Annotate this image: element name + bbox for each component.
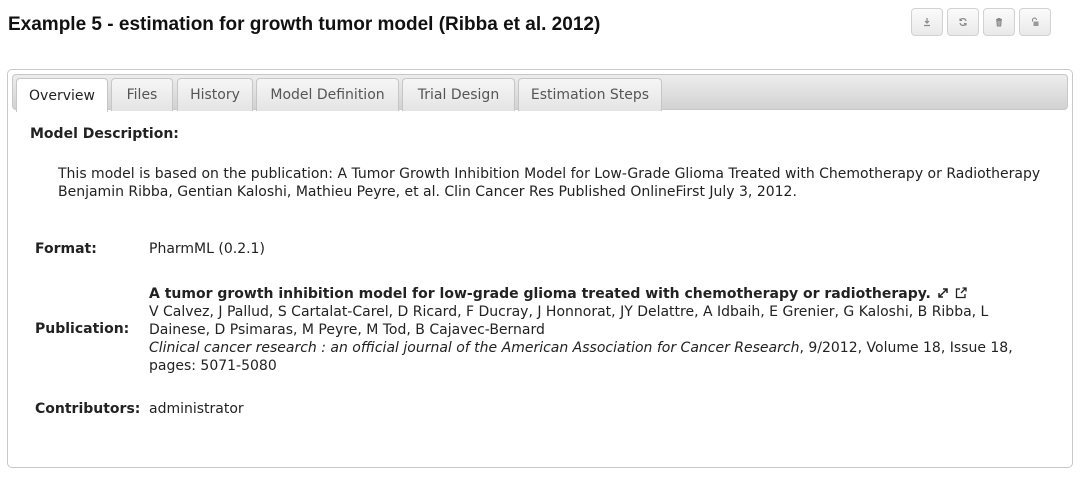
model-description-heading: Model Description: bbox=[30, 126, 179, 142]
sync-icon bbox=[958, 17, 968, 27]
expand-icon[interactable] bbox=[937, 287, 949, 299]
description-line: This model is based on the publication: … bbox=[58, 166, 1041, 182]
external-link-icon[interactable] bbox=[955, 287, 967, 299]
contributors-value: administrator bbox=[149, 401, 244, 417]
model-description: This model is based on the publication: … bbox=[58, 165, 1058, 201]
page-title: Example 5 - estimation for growth tumor … bbox=[8, 14, 601, 35]
tab-files[interactable]: Files bbox=[111, 78, 173, 111]
unlock-icon bbox=[1030, 17, 1040, 27]
tab-trial-design[interactable]: Trial Design bbox=[402, 78, 515, 111]
publication: A tumor growth inhibition model for low-… bbox=[149, 285, 1039, 375]
tab-estimation-steps[interactable]: Estimation Steps bbox=[518, 78, 662, 111]
publication-journal: Clinical cancer research : an official j… bbox=[149, 340, 800, 356]
download-icon bbox=[922, 17, 932, 27]
publication-title: A tumor growth inhibition model for low-… bbox=[149, 286, 931, 302]
trash-icon bbox=[994, 17, 1004, 27]
sync-button[interactable] bbox=[947, 8, 979, 36]
description-line: Benjamin Ribba, Gentian Kaloshi, Mathieu… bbox=[58, 184, 797, 200]
format-label: Format: bbox=[35, 241, 97, 257]
model-panel: Overview Files History Model Definition … bbox=[7, 69, 1073, 468]
tab-model-definition[interactable]: Model Definition bbox=[256, 78, 399, 111]
publication-authors: V Calvez, J Pallud, S Cartalat-Carel, D … bbox=[149, 304, 989, 338]
tab-overview[interactable]: Overview bbox=[16, 78, 108, 112]
publication-label: Publication: bbox=[35, 321, 130, 337]
unlock-button[interactable] bbox=[1019, 8, 1051, 36]
tab-history[interactable]: History bbox=[177, 78, 253, 111]
tab-bar: Overview Files History Model Definition … bbox=[12, 74, 1068, 112]
format-value: PharmML (0.2.1) bbox=[149, 241, 265, 257]
contributors-label: Contributors: bbox=[35, 401, 141, 417]
delete-button[interactable] bbox=[983, 8, 1015, 36]
toolbar bbox=[911, 8, 1051, 36]
download-button[interactable] bbox=[911, 8, 943, 36]
